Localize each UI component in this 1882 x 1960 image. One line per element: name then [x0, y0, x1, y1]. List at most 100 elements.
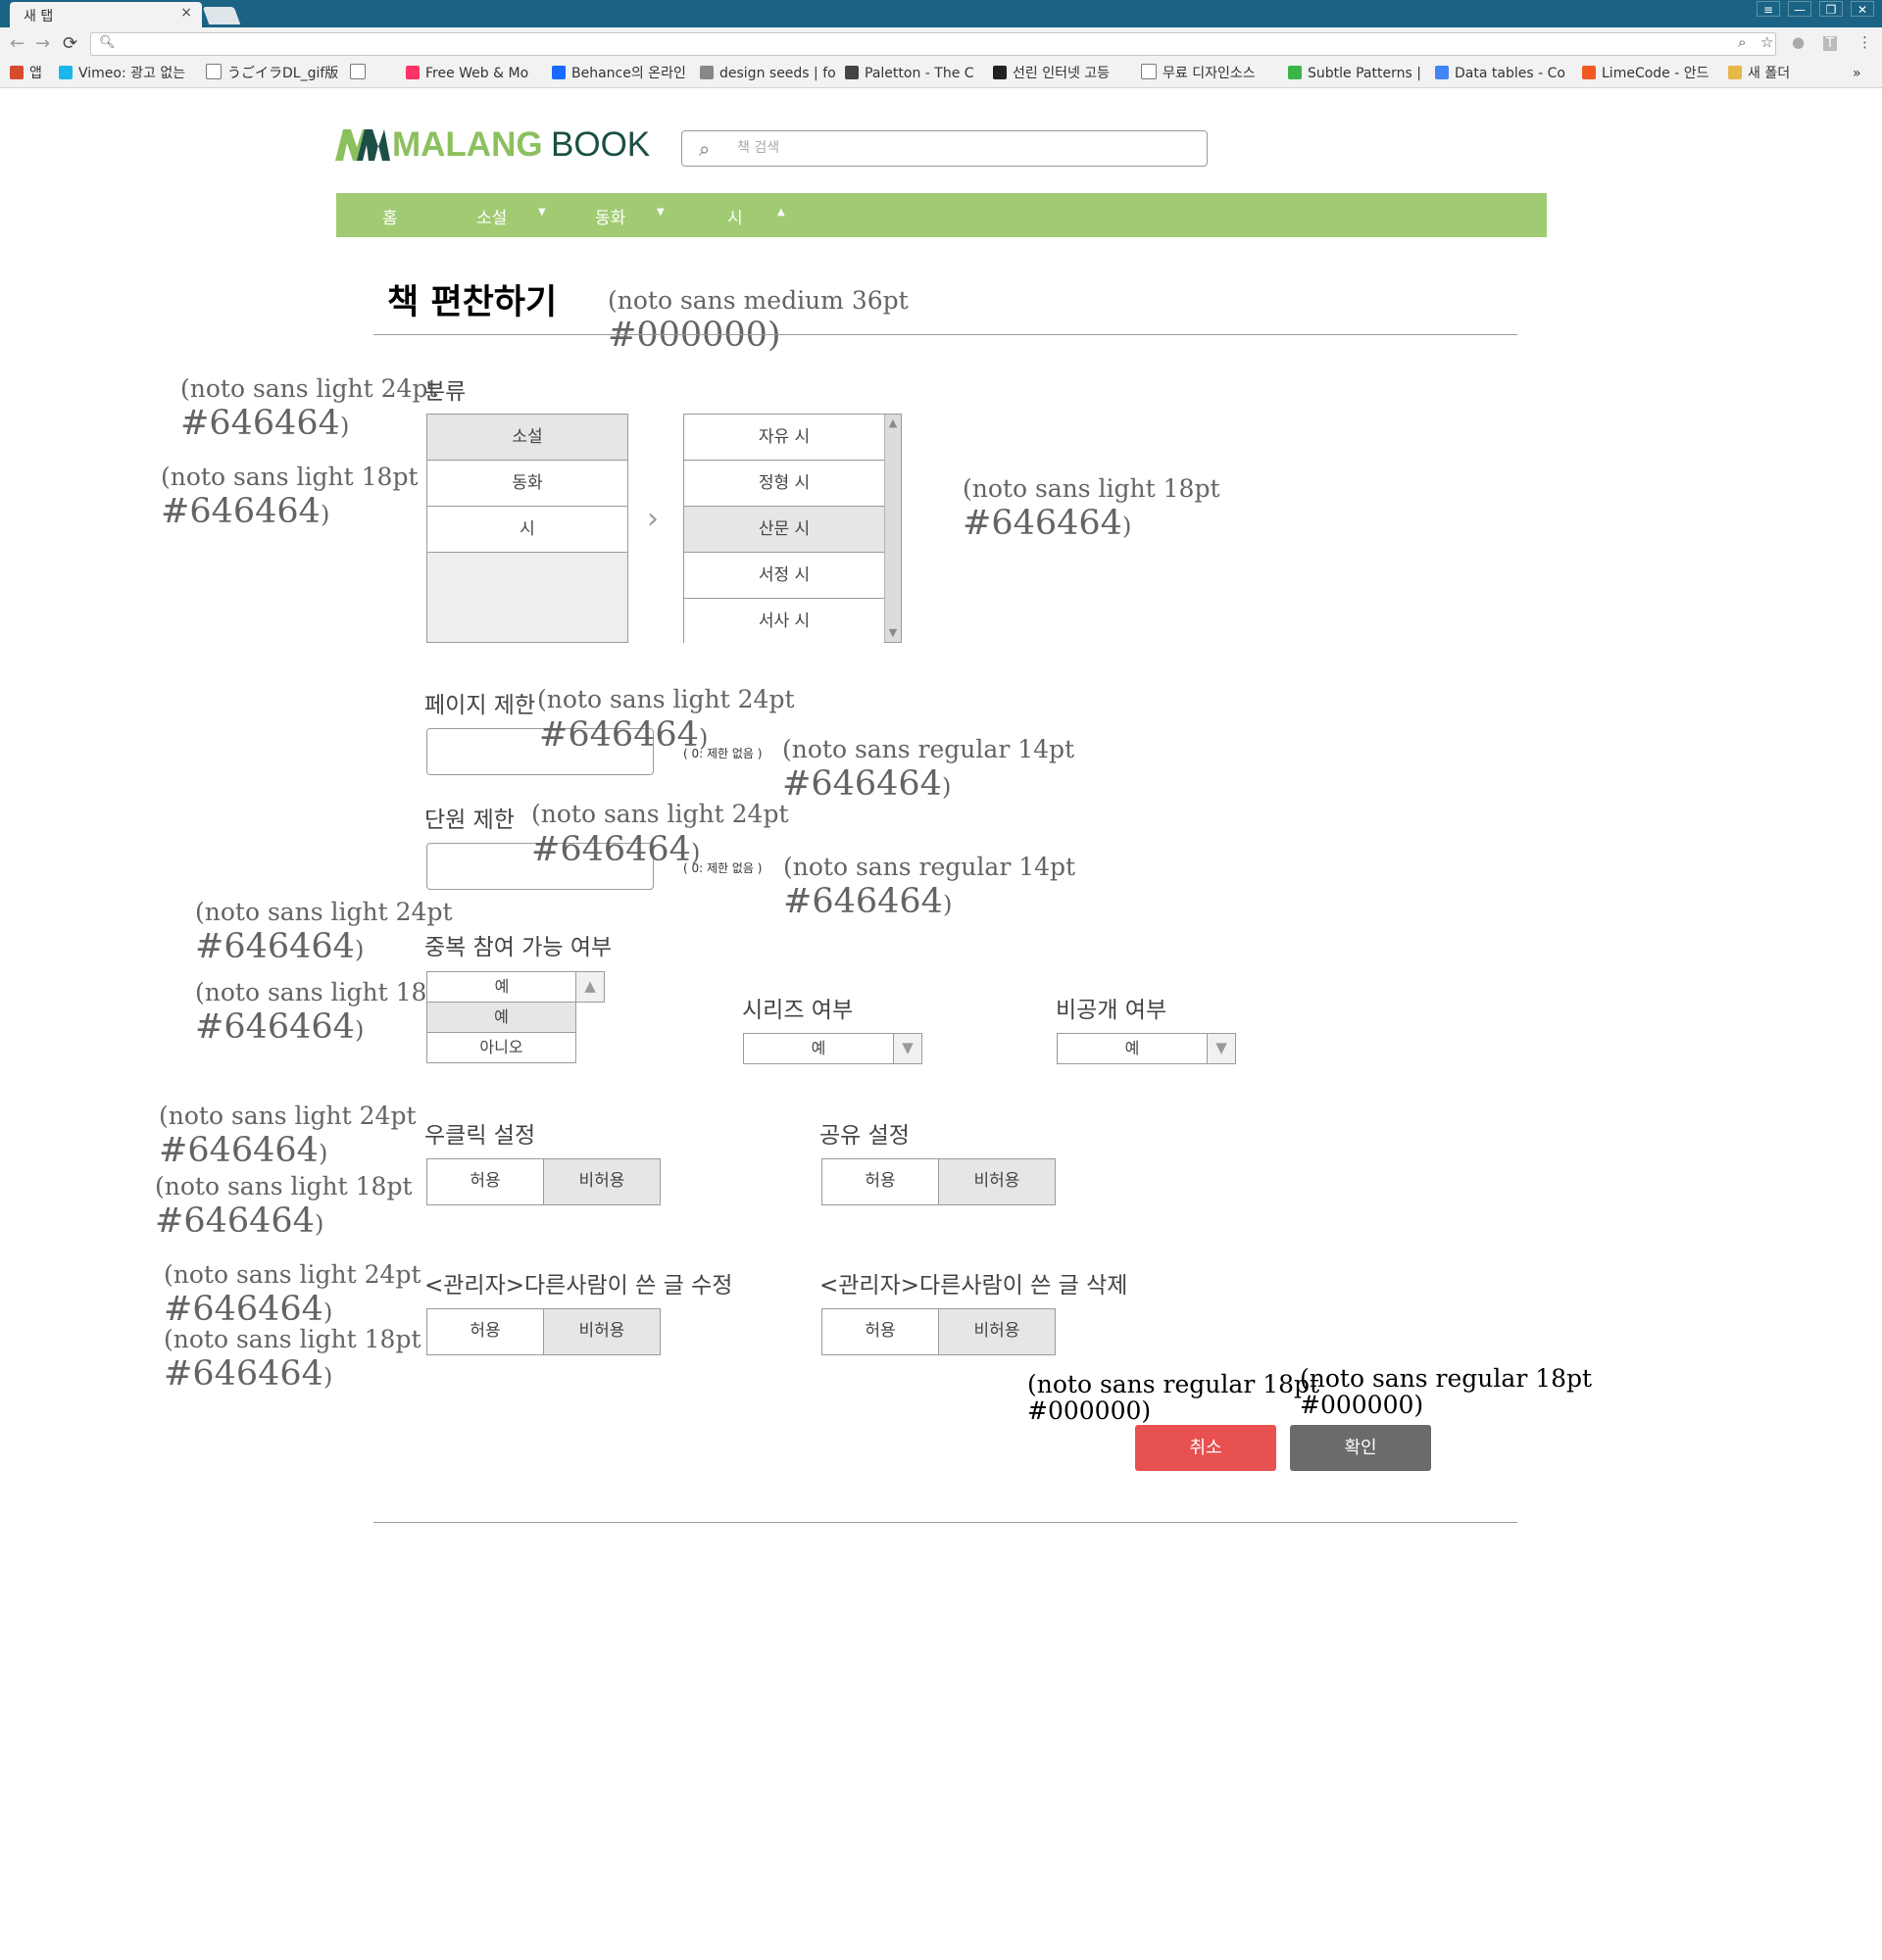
- minimize-button[interactable]: —: [1788, 1, 1811, 17]
- spec-note-item: (noto sans light 18pt #646464): [164, 1325, 421, 1394]
- bookmark-item[interactable]: LimeCode - 안드: [1582, 64, 1717, 83]
- bookmark-item[interactable]: Paletton - The C: [845, 64, 980, 83]
- deny-option[interactable]: 비허용: [544, 1159, 660, 1204]
- cancel-button[interactable]: 취소: [1135, 1425, 1276, 1471]
- series-select[interactable]: 예 ▼: [743, 1033, 922, 1064]
- search-input[interactable]: [735, 139, 1190, 157]
- extension-icon[interactable]: ●: [1792, 33, 1805, 51]
- series-label: 시리즈 여부: [742, 998, 854, 1023]
- allow-option[interactable]: 허용: [822, 1159, 939, 1204]
- share-label: 공유 설정: [819, 1123, 910, 1149]
- spec-note-hint: (noto sans regular 14pt #646464): [782, 735, 1075, 804]
- duplicate-label: 중복 참여 가능 여부: [424, 935, 613, 960]
- list-item[interactable]: 서정 시: [684, 553, 884, 599]
- menu-icon[interactable]: ⋮: [1857, 33, 1872, 51]
- bookmark-label: Vimeo: 광고 없는: [78, 66, 186, 81]
- deny-option[interactable]: 비허용: [939, 1159, 1055, 1204]
- confirm-button[interactable]: 확인: [1290, 1425, 1431, 1471]
- behance-icon: [552, 66, 566, 79]
- chevron-down-icon[interactable]: ▼: [657, 207, 665, 218]
- list-item[interactable]: 소설: [427, 415, 627, 461]
- list-item[interactable]: 동화: [427, 461, 627, 507]
- restore-button[interactable]: ❐: [1819, 1, 1843, 17]
- bookmark-item[interactable]: [350, 64, 389, 83]
- duplicate-select[interactable]: 예 ▲: [426, 971, 605, 1003]
- back-icon[interactable]: ←: [10, 33, 25, 54]
- page-icon: [1141, 64, 1157, 79]
- chevron-right-icon: ›: [647, 502, 659, 536]
- right-click-toggle: 허용 비허용: [426, 1158, 661, 1205]
- bookmarks-overflow-icon[interactable]: »: [1853, 64, 1861, 83]
- unit-limit-hint: ( 0: 제한 없음 ): [683, 861, 763, 875]
- chevron-down-icon[interactable]: ▼: [538, 207, 546, 218]
- chevron-up-icon[interactable]: ▲: [575, 972, 604, 1002]
- close-window-button[interactable]: ✕: [1851, 1, 1874, 17]
- dropdown-option[interactable]: 예: [426, 1002, 576, 1033]
- deny-option[interactable]: 비허용: [939, 1309, 1055, 1354]
- bookmark-item[interactable]: 앱: [10, 64, 49, 83]
- list-item[interactable]: 자유 시: [684, 415, 884, 461]
- list-scrollbar[interactable]: ▲ ▼: [884, 415, 901, 642]
- search-box[interactable]: ⌕: [681, 130, 1208, 167]
- profile-icon[interactable]: ≡: [1757, 1, 1780, 17]
- spec-note-label: (noto sans light 24pt #646464): [159, 1102, 417, 1170]
- spec-note-list: (noto sans light 18pt #646464): [963, 474, 1220, 543]
- page-icon: [350, 64, 366, 79]
- tab-close-icon[interactable]: ×: [180, 5, 192, 21]
- new-tab-button[interactable]: [202, 7, 241, 24]
- nav-novel[interactable]: 소설: [476, 204, 507, 228]
- bookmark-item[interactable]: design seeds | fo: [700, 64, 835, 83]
- bookmark-label: 앱: [29, 66, 42, 81]
- nav-fairytale[interactable]: 동화: [595, 204, 625, 228]
- private-selected-value: 예: [1124, 1039, 1140, 1057]
- chevron-up-icon[interactable]: ▲: [777, 207, 785, 218]
- scroll-up-icon[interactable]: ▲: [885, 416, 901, 429]
- spec-note-title: (noto sans medium 36pt #000000): [608, 286, 909, 355]
- bookmark-item[interactable]: Vimeo: 광고 없는: [59, 64, 194, 83]
- spec-note-item: (noto sans light 18pt #646464): [161, 463, 419, 531]
- chevron-down-icon[interactable]: ▼: [893, 1034, 921, 1063]
- dropdown-option[interactable]: 아니오: [426, 1032, 576, 1063]
- bookmark-label: Behance의 온라인: [571, 66, 686, 81]
- allow-option[interactable]: 허용: [822, 1309, 939, 1354]
- page-title: 책 편찬하기: [387, 283, 558, 322]
- bookmark-item[interactable]: Subtle Patterns |: [1288, 64, 1423, 83]
- series-selected-value: 예: [811, 1039, 826, 1057]
- limecode-icon: [1582, 66, 1596, 79]
- bookmark-item[interactable]: 새 폴더: [1728, 64, 1826, 83]
- bookmark-label: Data tables - Co: [1455, 66, 1565, 81]
- bookmark-item[interactable]: うごイラDL_gif版: [206, 64, 339, 83]
- reload-icon[interactable]: ⟳: [63, 33, 77, 54]
- bookmark-item[interactable]: 선린 인터넷 고등: [993, 64, 1130, 83]
- vimeo-icon: [59, 66, 73, 79]
- list-item[interactable]: 정형 시: [684, 461, 884, 507]
- spec-note-confirm: (noto sans regular 18pt #000000): [1300, 1364, 1593, 1419]
- nav-home[interactable]: 홈: [382, 204, 398, 228]
- bookmark-item[interactable]: Behance의 온라인: [552, 64, 689, 83]
- forward-icon[interactable]: →: [35, 33, 50, 54]
- list-item[interactable]: 시: [427, 507, 627, 553]
- star-icon[interactable]: ☆: [1760, 33, 1773, 51]
- t-icon[interactable]: T: [1823, 36, 1837, 51]
- bookmark-label: Subtle Patterns |: [1308, 66, 1421, 81]
- bookmark-item[interactable]: Free Web & Mo: [406, 64, 538, 83]
- bookmark-item[interactable]: 무료 디자인소스: [1141, 64, 1276, 83]
- scroll-down-icon[interactable]: ▼: [885, 626, 901, 639]
- allow-option[interactable]: 허용: [427, 1309, 544, 1354]
- bookmark-label: うごイラDL_gif版: [227, 66, 339, 81]
- address-bar[interactable]: 🔍︎: [90, 32, 1776, 56]
- private-select[interactable]: 예 ▼: [1057, 1033, 1236, 1064]
- chevron-down-icon[interactable]: ▼: [1207, 1034, 1235, 1063]
- nav-poetry[interactable]: 시: [727, 204, 743, 228]
- deny-option[interactable]: 비허용: [544, 1309, 660, 1354]
- bookmark-label: design seeds | fo: [719, 66, 835, 81]
- allow-option[interactable]: 허용: [427, 1159, 544, 1204]
- zoom-icon[interactable]: ⌕: [1738, 33, 1746, 51]
- bookmark-item[interactable]: Data tables - Co: [1435, 64, 1570, 83]
- list-item[interactable]: 산문 시: [684, 507, 884, 553]
- browser-tab[interactable]: 새 탭 ×: [10, 2, 202, 27]
- bookmark-label: 무료 디자인소스: [1163, 66, 1256, 81]
- list-item[interactable]: 서사 시: [684, 599, 884, 645]
- right-click-label: 우클릭 설정: [424, 1123, 536, 1149]
- apps-icon: [10, 66, 24, 79]
